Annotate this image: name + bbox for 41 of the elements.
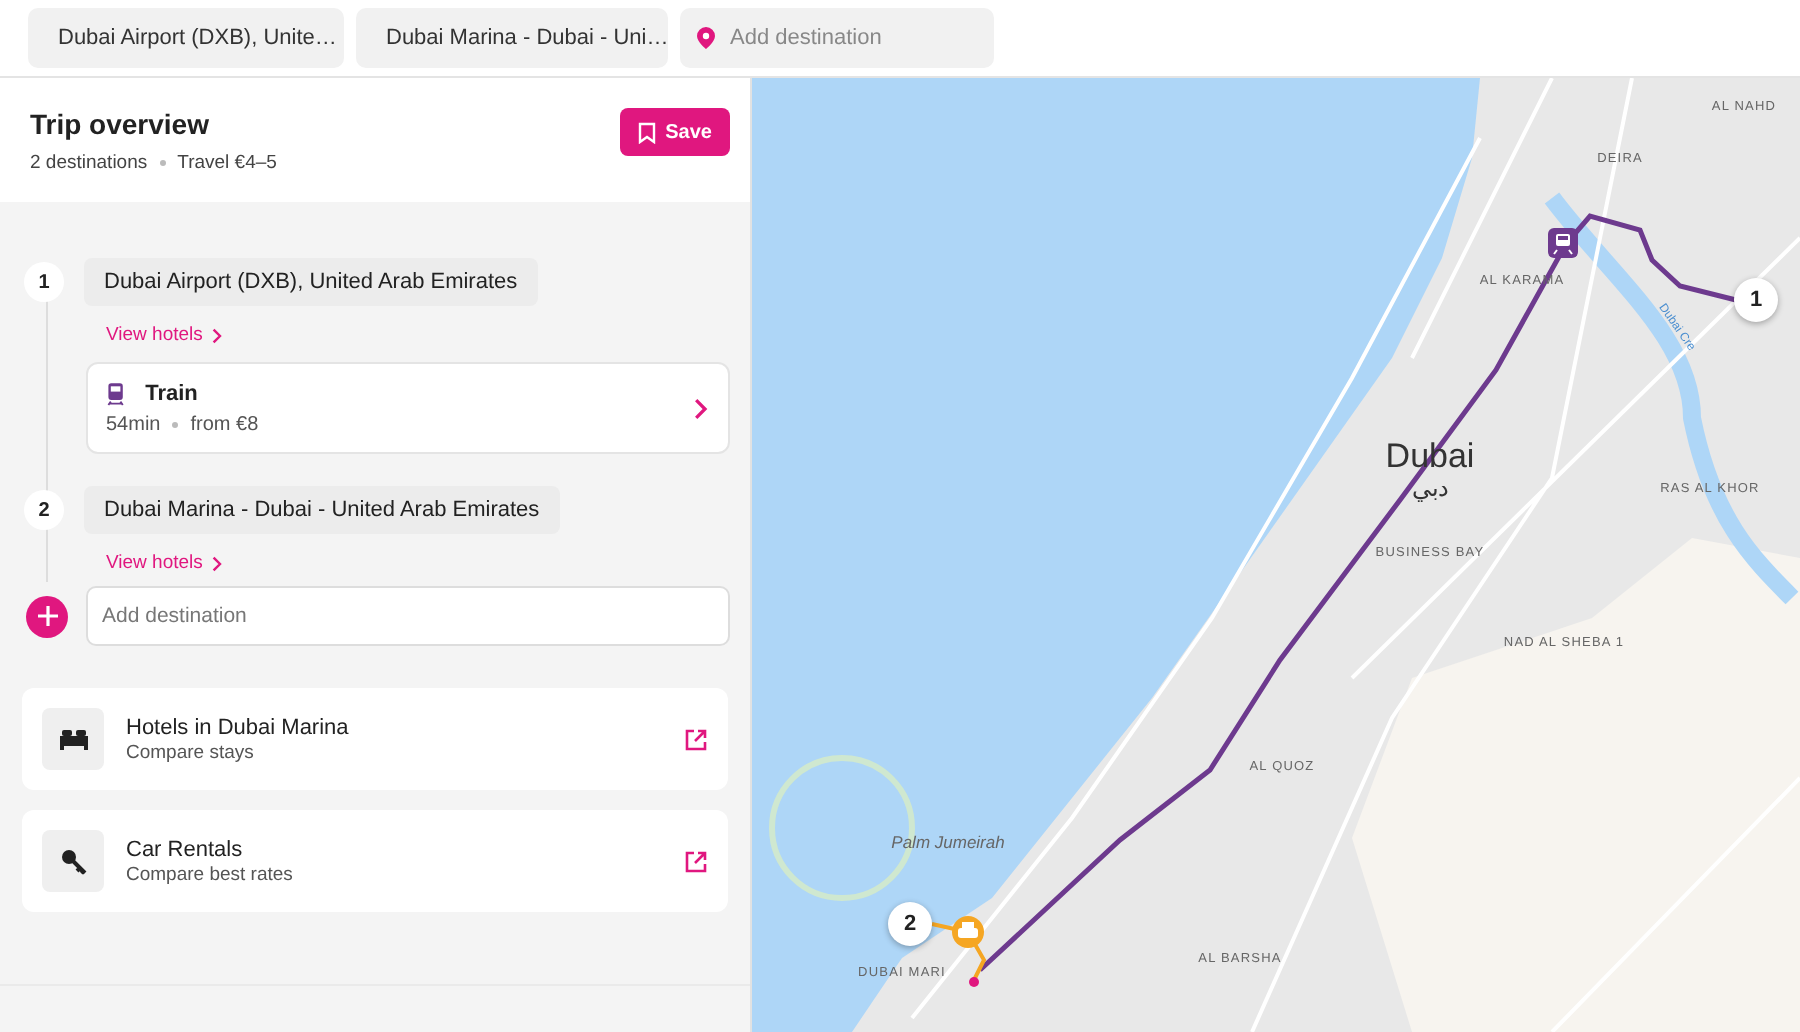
chevron-right-icon bbox=[212, 555, 223, 571]
map-label: Palm Jumeirah bbox=[891, 833, 1005, 851]
location-pin-icon bbox=[696, 26, 716, 50]
view-hotels-link[interactable]: View hotels bbox=[106, 552, 223, 574]
taxi-marker-icon[interactable] bbox=[952, 916, 984, 948]
map-label: دبي bbox=[1412, 476, 1448, 500]
chevron-right-icon bbox=[212, 327, 223, 343]
add-destination-field[interactable]: Add destination bbox=[86, 586, 730, 646]
offer-card[interactable]: Hotels in Dubai Marina Compare stays bbox=[22, 688, 728, 790]
destination-chip[interactable]: Dubai Airport (DXB), Unite… bbox=[28, 8, 344, 68]
offer-subtitle: Compare best rates bbox=[126, 863, 293, 885]
save-button[interactable]: Save bbox=[619, 108, 730, 156]
duration: 54min bbox=[106, 414, 161, 436]
add-button[interactable] bbox=[26, 595, 68, 637]
bookmark-icon bbox=[637, 121, 656, 143]
chevron-right-icon bbox=[694, 398, 708, 420]
offer-subtitle: Compare stays bbox=[126, 741, 256, 763]
train-icon bbox=[106, 382, 126, 406]
destination-chip[interactable]: Dubai Marina - Dubai - Uni… bbox=[356, 8, 668, 68]
stop-number: 1 bbox=[24, 262, 64, 302]
offer-card[interactable]: Car Rentals Compare best rates bbox=[22, 810, 728, 912]
external-link-icon[interactable] bbox=[684, 727, 708, 751]
destination-dot bbox=[969, 977, 979, 987]
offer-title: Hotels in Dubai Marina bbox=[126, 715, 349, 739]
train-marker-icon[interactable] bbox=[1548, 228, 1578, 258]
destination-count: 2 destinations bbox=[30, 152, 148, 174]
key-icon bbox=[59, 847, 87, 875]
transport-mode: Train bbox=[145, 382, 198, 406]
offer-title: Car Rentals bbox=[126, 837, 245, 861]
travel-cost: Travel €4–5 bbox=[177, 152, 277, 174]
trip-title: Trip overview bbox=[30, 108, 211, 140]
transport-card[interactable]: Train 54min from €8 bbox=[86, 362, 730, 454]
view-hotels-link[interactable]: View hotels bbox=[106, 324, 223, 346]
plus-icon bbox=[37, 606, 57, 626]
stop-name: Dubai Marina - Dubai - United Arab Emirates bbox=[84, 486, 560, 534]
stop-name: Dubai Airport (DXB), United Arab Emirates bbox=[84, 258, 538, 306]
stop-marker[interactable]: 2 bbox=[888, 902, 932, 946]
external-link-icon[interactable] bbox=[684, 849, 708, 873]
stop-number: 2 bbox=[24, 490, 64, 530]
price: from €8 bbox=[190, 414, 259, 436]
bed-icon bbox=[57, 728, 89, 750]
